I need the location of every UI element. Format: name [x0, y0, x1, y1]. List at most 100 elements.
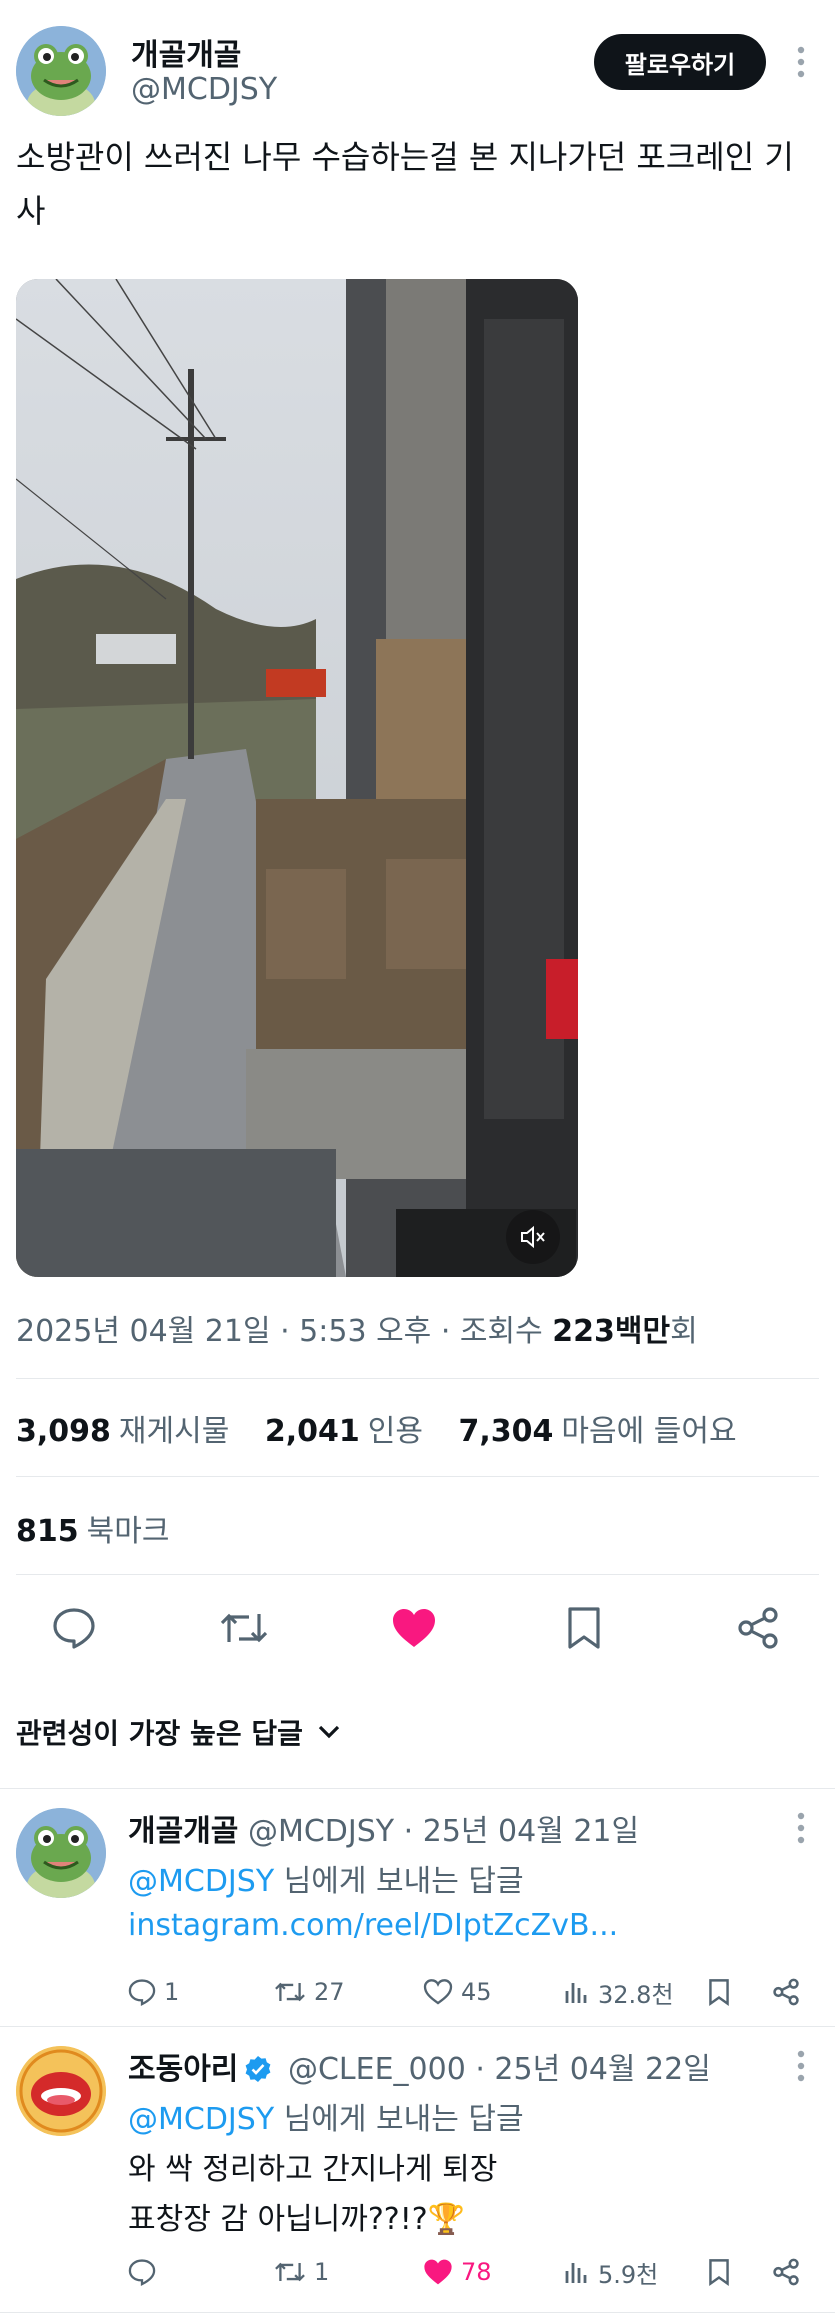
bookmark-button[interactable]: [556, 1600, 612, 1656]
reply-item[interactable]: 개골개골 @MCDJSY · 25년 04월 21일 @MCDJSY 님에게 보…: [0, 1788, 835, 2026]
view-suffix: 회: [670, 1314, 698, 1349]
reply-header: 개골개골 @MCDJSY · 25년 04월 21일: [128, 1806, 639, 1850]
reply-share-button[interactable]: [772, 2250, 800, 2294]
reply-sort-label: 관련성이 가장 높은 답글: [16, 1717, 303, 1750]
verified-badge-icon: [244, 2055, 272, 2083]
more-options-icon[interactable]: [783, 44, 819, 84]
reply-author-handle[interactable]: @MCDJSY: [248, 1814, 394, 1849]
repost-icon: [274, 2259, 306, 2285]
reply-avatar[interactable]: [16, 1808, 106, 1898]
reply-share-button[interactable]: [772, 1970, 800, 2014]
view-count: 223백만: [552, 1314, 671, 1349]
divider: [0, 2312, 835, 2313]
speaker-muted-icon: [519, 1223, 547, 1251]
reply-author-handle[interactable]: @CLEE_000: [288, 2052, 466, 2087]
analytics-icon: [564, 1979, 590, 2005]
bookmark-label: 북마크: [86, 1514, 170, 1549]
more-options-icon[interactable]: [783, 2048, 819, 2088]
heart-filled-icon: [423, 2259, 453, 2285]
like-label: 마음에 들어요: [561, 1414, 737, 1449]
divider: [16, 1476, 819, 1477]
analytics-icon: [564, 2259, 590, 2285]
repost-count: 27: [314, 1978, 345, 2006]
engagement-stats: 3,098 재게시물 2,041 인용 7,304 마음에 들어요: [16, 1406, 763, 1450]
share-icon: [736, 1606, 780, 1650]
repost-button[interactable]: [216, 1600, 272, 1656]
like-stat[interactable]: 7,304 마음에 들어요: [459, 1406, 737, 1450]
reply-date[interactable]: · 25년 04월 21일: [404, 1814, 639, 1849]
reply-like-button[interactable]: 45: [423, 1970, 492, 2014]
author-handle[interactable]: @MCDJSY: [131, 72, 277, 107]
bookmark-icon: [566, 1606, 602, 1650]
reply-icon: [128, 1978, 156, 2006]
reply-action-bar: 1 27 45 32.8천: [128, 1970, 818, 2014]
divider: [16, 1378, 819, 1379]
reply-link[interactable]: instagram.com/reel/DIptZcZvB...: [128, 1908, 618, 1943]
share-button[interactable]: [730, 1600, 786, 1656]
repost-stat[interactable]: 3,098 재게시물: [16, 1406, 229, 1450]
more-options-icon[interactable]: [783, 1810, 819, 1850]
follow-button[interactable]: 팔로우하기: [594, 34, 766, 90]
chevron-down-icon: [317, 1724, 341, 1740]
like-count: 7,304: [458, 1414, 554, 1449]
heart-filled-icon: [391, 1608, 437, 1648]
reply-header: 조동아리 @CLEE_000 · 25년 04월 22일: [128, 2044, 711, 2088]
quote-count: 2,041: [264, 1414, 360, 1449]
replying-text: 님에게 보내는 답글: [283, 2102, 524, 2137]
mute-button[interactable]: [506, 1210, 560, 1264]
reply-bookmark-button[interactable]: [708, 1970, 730, 2014]
bookmark-icon: [708, 1978, 730, 2006]
replying-mention[interactable]: @MCDJSY: [128, 2102, 274, 2137]
reply-sort-dropdown[interactable]: 관련성이 가장 높은 답글: [16, 1712, 341, 1752]
reply-like-button[interactable]: 78: [423, 2250, 492, 2294]
tweet-action-bar: [46, 1600, 786, 1656]
bookmark-count: 815: [16, 1514, 79, 1549]
reply-reply-button[interactable]: 1: [128, 1970, 179, 2014]
quote-stat[interactable]: 2,041 인용: [265, 1406, 423, 1450]
repost-label: 재게시물: [118, 1414, 230, 1449]
reply-reply-button[interactable]: [128, 2250, 164, 2294]
reply-item[interactable]: 조동아리 @CLEE_000 · 25년 04월 22일 @MCDJSY 님에게…: [0, 2026, 835, 2319]
reply-repost-button[interactable]: 27: [274, 1970, 345, 2014]
view-count: 5.9천: [598, 2260, 659, 2289]
heart-icon: [423, 1979, 453, 2005]
replying-to: @MCDJSY 님에게 보내는 답글: [128, 2094, 524, 2138]
reply-icon: [128, 2258, 156, 2286]
reply-views-button[interactable]: 32.8천: [564, 1970, 674, 2014]
like-button[interactable]: [386, 1600, 442, 1656]
reply-text-line: 와 싹 정리하고 간지나게 퇴장: [128, 2152, 498, 2187]
tweet-author: 개골개골 @MCDJSY 팔로우하기: [16, 24, 819, 116]
divider: [16, 1574, 819, 1575]
tweet-meta: 2025년 04월 21일 · 5:53 오후 · 조회수 223백만회: [16, 1306, 698, 1350]
reply-action-bar: 1 78 5.9천: [128, 2250, 818, 2294]
reply-text-line: 표창장 감 아닙니까??!?🏆: [128, 2202, 466, 2237]
reply-button[interactable]: [46, 1600, 102, 1656]
bookmark-icon: [708, 2258, 730, 2286]
reply-bookmark-button[interactable]: [708, 2250, 730, 2294]
repost-count: 3,098: [16, 1414, 111, 1449]
repost-icon: [274, 1979, 306, 2005]
reply-avatar[interactable]: [16, 2046, 106, 2136]
reply-date[interactable]: · 25년 04월 22일: [475, 2052, 710, 2087]
reply-repost-button[interactable]: 1: [274, 2250, 329, 2294]
reply-icon: [52, 1607, 96, 1649]
replying-text: 님에게 보내는 답글: [283, 1864, 524, 1899]
share-icon: [772, 1978, 800, 2006]
reply-author-name[interactable]: 조동아리: [128, 2052, 238, 2087]
reply-author-name[interactable]: 개골개골: [128, 1814, 238, 1849]
reply-count: 1: [164, 1978, 180, 2006]
like-count: 78: [461, 2258, 492, 2286]
share-icon: [772, 2258, 800, 2286]
view-count: 32.8천: [598, 1980, 674, 2009]
quote-label: 인용: [367, 1414, 423, 1449]
author-avatar[interactable]: [16, 26, 106, 116]
reply-views-button[interactable]: 5.9천: [564, 2250, 658, 2294]
tweet-video[interactable]: [16, 279, 578, 1277]
bookmark-stat[interactable]: 815 북마크: [16, 1506, 169, 1550]
replying-mention[interactable]: @MCDJSY: [128, 1864, 274, 1899]
repost-icon: [219, 1608, 269, 1648]
tweet-text: 소방관이 쓰러진 나무 수습하는걸 본 지나가던 포크레인 기사: [16, 138, 794, 230]
tweet-timestamp[interactable]: 2025년 04월 21일 · 5:53 오후 · 조회수: [16, 1314, 552, 1349]
author-name[interactable]: 개골개골: [131, 30, 241, 74]
video-frame: [16, 279, 578, 1277]
